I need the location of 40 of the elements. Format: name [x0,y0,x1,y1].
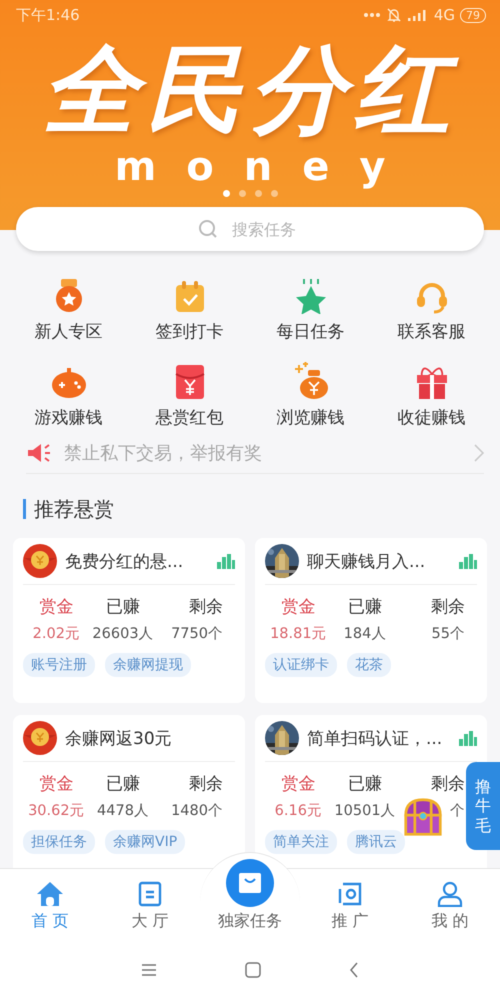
task-tag: 腾讯云 [347,830,405,854]
section-title: 推荐悬赏 [34,496,114,522]
task-title: 聊天赚钱月入... [307,550,426,572]
stat-value: 7750个 [171,625,223,643]
task-tag: 认证绑卡 [265,653,337,677]
stat-label: 剩余 [430,773,465,795]
task-tag: 简单关注 [265,830,337,854]
stat-value: 2.02元 [32,625,80,643]
stat-label: 已赚 [106,596,140,618]
stat-value: 30.62元 [28,802,85,820]
stat-label: 已赚 [106,773,140,795]
status-time: 下午1:46 [16,6,80,24]
stat-label: 剩余 [430,596,465,618]
stat-label: 剩余 [188,773,223,795]
stat-value: 6.16元 [274,802,322,820]
task-tag: 账号注册 [23,653,95,677]
stat-value: 个 [450,802,465,820]
stat-value: 55个 [432,625,465,643]
stat-value: 4478人 [97,802,149,820]
stat-label: 剩余 [188,596,223,618]
network-type: 4G [434,6,455,24]
stat-label: 赏金 [281,596,316,618]
stat-label: 已赚 [348,596,382,618]
task-title: 简单扫码认证，... [307,728,444,750]
stat-label: 赏金 [39,773,74,795]
battery-level: 79 [460,8,486,22]
task-tag: 花茶 [347,653,391,677]
stat-label: 赏金 [281,773,316,795]
task-tag: 余赚网VIP [105,830,186,854]
stat-value: 184人 [344,625,386,643]
stat-label: 已赚 [348,773,382,795]
task-title: 余赚网返30元 [65,728,173,750]
stat-value: 10501人 [334,802,396,820]
task-tag: 余赚网提现 [105,653,191,677]
stat-value: 26603人 [92,625,154,643]
stat-value: 1480个 [171,802,223,820]
task-title: 免费分红的悬... [65,550,184,572]
stat-label: 赏金 [39,596,74,618]
task-tag: 担保任务 [23,830,95,854]
stat-value: 18.81元 [270,625,327,643]
